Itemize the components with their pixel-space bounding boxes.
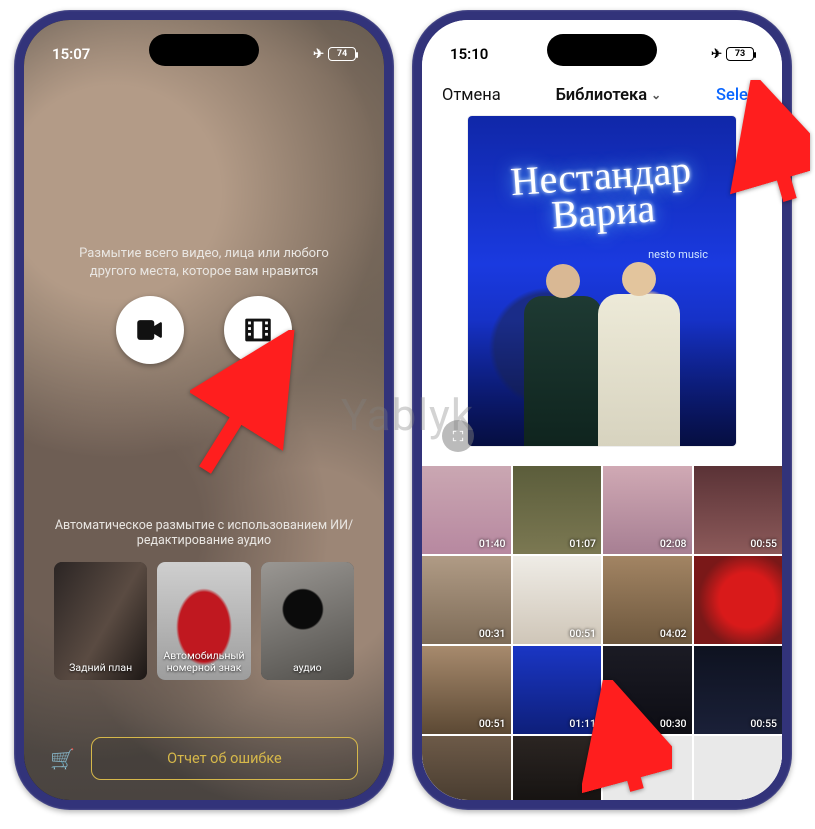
cancel-button[interactable]: Отмена [442, 86, 501, 105]
status-time: 15:07 [52, 45, 90, 63]
grid-item[interactable]: 01:07 [513, 466, 602, 554]
grid-item[interactable]: 00:31 [422, 556, 511, 644]
chevron-down-icon: ⌄ [651, 88, 661, 102]
app-background [24, 20, 384, 800]
phone-left: 15:07 ✈ 74 Размытие всего видео, лица ил… [14, 10, 394, 810]
video-duration: 00:55 [750, 537, 777, 550]
feature-caption: Задний план [69, 662, 132, 674]
pick-video-button[interactable] [224, 296, 292, 364]
feature-caption: Автомобильный номерной знак [163, 650, 244, 674]
grid-item[interactable]: 01:40 [422, 466, 511, 554]
battery-indicator: 73 [726, 47, 754, 61]
grid-item[interactable]: 00:55 [694, 646, 783, 734]
select-button[interactable]: Select [716, 86, 762, 105]
grid-item[interactable] [603, 736, 692, 800]
grid-item[interactable]: 00:51 [422, 646, 511, 734]
features-heading: Автоматическое размытие с использованием… [54, 518, 354, 548]
video-preview[interactable]: Нестандар Вариа nesto music [468, 116, 736, 446]
video-duration: 00:51 [479, 717, 506, 730]
video-duration: 01:07 [569, 537, 596, 550]
grid-item[interactable]: 04:02 [603, 556, 692, 644]
camera-icon [133, 313, 167, 347]
video-duration: 00:55 [750, 717, 777, 730]
video-duration: 00:31 [479, 627, 506, 640]
video-duration: 00:30 [660, 717, 687, 730]
video-duration: 01:40 [479, 537, 506, 550]
preview-band-logo: Нестандар Вариа [468, 149, 736, 240]
battery-indicator: 74 [328, 47, 356, 61]
grid-item[interactable] [694, 556, 783, 644]
grid-item[interactable]: 02:32 [422, 736, 511, 800]
feature-license-plate[interactable]: Автомобильный номерной знак [157, 562, 250, 680]
airplane-icon: ✈ [313, 47, 324, 62]
grid-item[interactable]: 00:55 [694, 466, 783, 554]
grid-item[interactable]: 00:51 [513, 556, 602, 644]
feature-audio[interactable]: аудио [261, 562, 354, 680]
video-duration: 01:11 [569, 717, 596, 730]
film-icon [241, 313, 275, 347]
phone-right: 15:10 ✈ 73 Отмена Библиотека ⌄ Select [412, 10, 792, 810]
grid-item[interactable]: 00:30 [603, 646, 692, 734]
feature-background[interactable]: Задний план [54, 562, 147, 680]
record-video-button[interactable] [116, 296, 184, 364]
report-bug-button[interactable]: Отчет об ошибке [91, 737, 358, 780]
video-grid: 01:40 01:07 02:08 00:55 00:31 00:51 04:0… [422, 466, 782, 800]
tagline-text: Размытие всего видео, лица или любого др… [70, 245, 338, 280]
video-duration: 02:08 [660, 537, 687, 550]
video-duration: 00:51 [569, 627, 596, 640]
grid-item[interactable] [694, 736, 783, 800]
dynamic-island [149, 34, 259, 66]
cart-icon[interactable]: 🛒 [50, 747, 75, 771]
video-duration: 04:02 [660, 627, 687, 640]
airplane-icon: ✈ [711, 47, 722, 62]
preview-handle: nesto music [648, 248, 708, 261]
grid-item[interactable]: 01:11 [513, 646, 602, 734]
dynamic-island [547, 34, 657, 66]
status-time: 15:10 [450, 45, 488, 63]
library-dropdown[interactable]: Библиотека ⌄ [556, 86, 662, 105]
grid-item[interactable]: 00:52 [513, 736, 602, 800]
grid-item[interactable]: 02:08 [603, 466, 692, 554]
fullscreen-button[interactable] [442, 420, 474, 452]
feature-caption: аудио [293, 662, 322, 674]
expand-icon [451, 429, 465, 443]
